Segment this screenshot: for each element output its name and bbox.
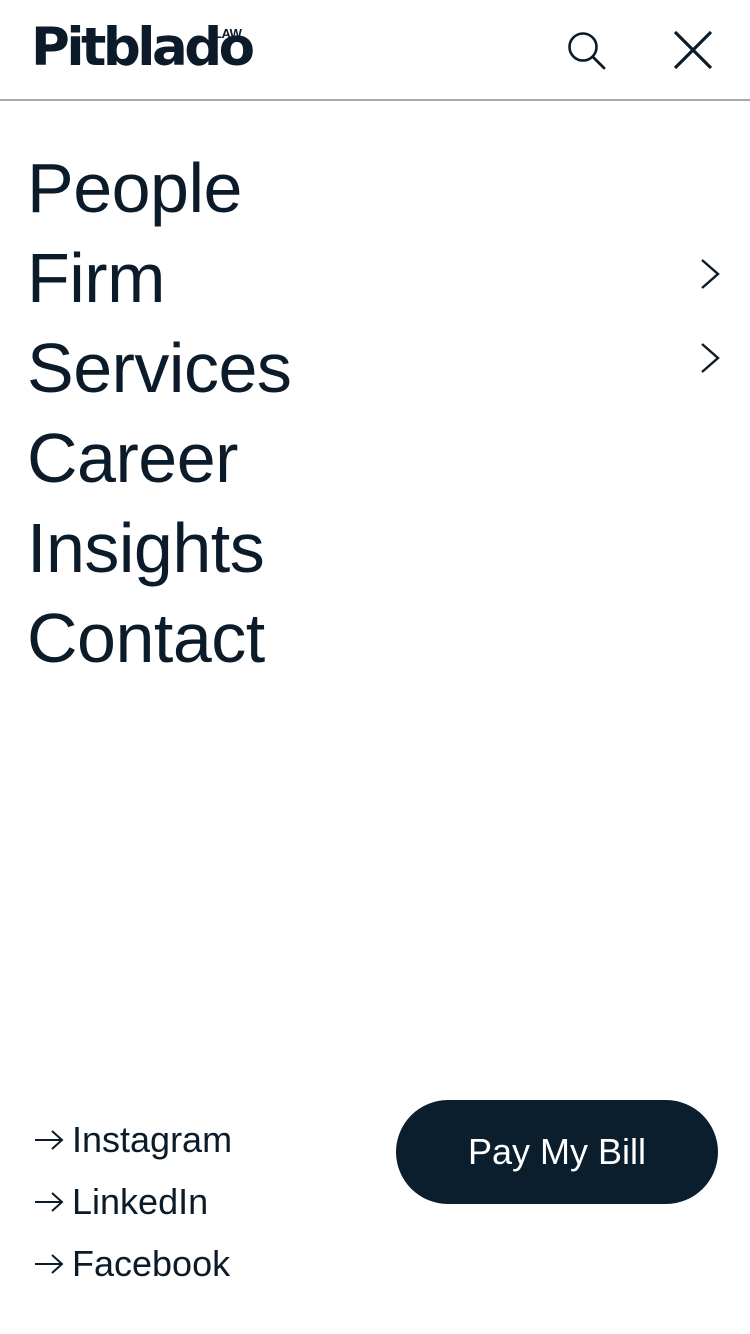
nav-item-label: Career bbox=[27, 419, 238, 497]
search-icon bbox=[568, 32, 606, 70]
social-link-label: LinkedIn bbox=[72, 1181, 209, 1222]
close-menu-button[interactable] bbox=[669, 26, 717, 74]
nav-item-contact[interactable]: Contact bbox=[0, 592, 750, 682]
nav-item-firm[interactable]: Firm bbox=[0, 232, 750, 322]
nav-item-label: Contact bbox=[27, 599, 265, 677]
nav-item-services[interactable]: Services bbox=[0, 322, 750, 412]
search-button[interactable] bbox=[563, 27, 611, 75]
logo-law-mark: LAW bbox=[214, 26, 242, 41]
social-link-label: Instagram bbox=[72, 1119, 233, 1160]
main-nav-menu: People Firm Services Career Insights Con… bbox=[0, 142, 750, 682]
nav-item-career[interactable]: Career bbox=[0, 412, 750, 502]
pitblado-logo[interactable]: Pitblado LAW bbox=[31, 18, 255, 78]
nav-item-people[interactable]: People bbox=[0, 142, 750, 232]
nav-item-label: Services bbox=[27, 329, 292, 407]
arrow-right-icon bbox=[35, 1254, 64, 1274]
close-icon bbox=[673, 30, 713, 70]
nav-item-label: People bbox=[27, 149, 242, 227]
arrow-right-icon bbox=[35, 1192, 64, 1212]
site-header: Pitblado LAW bbox=[0, 0, 750, 101]
pay-my-bill-button[interactable]: Pay My Bill bbox=[396, 1100, 718, 1204]
nav-item-label: Insights bbox=[27, 509, 265, 587]
social-link-label: Facebook bbox=[72, 1243, 231, 1284]
chevron-right-icon[interactable] bbox=[696, 256, 724, 292]
arrow-right-icon bbox=[35, 1130, 64, 1150]
nav-item-label: Firm bbox=[27, 239, 165, 317]
nav-item-insights[interactable]: Insights bbox=[0, 502, 750, 592]
chevron-right-icon[interactable] bbox=[696, 340, 724, 376]
